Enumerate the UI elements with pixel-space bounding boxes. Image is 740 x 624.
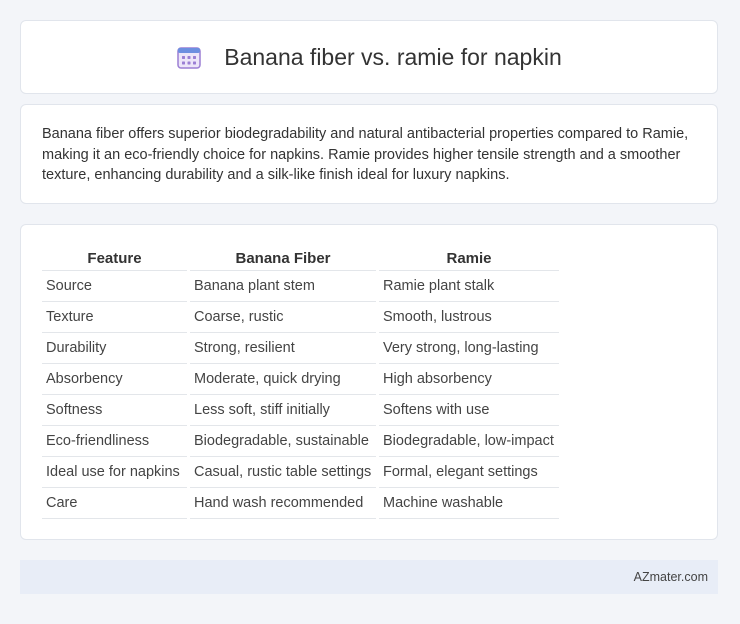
comparison-table: Feature Banana Fiber Ramie Source Banana…	[39, 243, 562, 519]
table-row: Care Hand wash recommended Machine washa…	[42, 488, 559, 519]
feature-cell: Source	[42, 271, 187, 302]
table-row: Durability Strong, resilient Very strong…	[42, 333, 559, 364]
table-row: Absorbency Moderate, quick drying High a…	[42, 364, 559, 395]
feature-cell: Softness	[42, 395, 187, 426]
ramie-cell: Ramie plant stalk	[379, 271, 559, 302]
banana-fiber-cell: Biodegradable, sustainable	[190, 426, 376, 457]
feature-cell: Eco-friendliness	[42, 426, 187, 457]
header-feature: Feature	[42, 243, 187, 271]
table-row: Eco-friendliness Biodegradable, sustaina…	[42, 426, 559, 457]
ramie-cell: Machine washable	[379, 488, 559, 519]
ramie-cell: Very strong, long-lasting	[379, 333, 559, 364]
title-card: Banana fiber vs. ramie for napkin	[20, 20, 718, 94]
intro-text: Banana fiber offers superior biodegradab…	[42, 126, 689, 183]
table-header-row: Feature Banana Fiber Ramie	[42, 243, 559, 271]
banana-fiber-cell: Less soft, stiff initially	[190, 395, 376, 426]
title-wrap: Banana fiber vs. ramie for napkin	[176, 44, 562, 71]
ramie-cell: Biodegradable, low-impact	[379, 426, 559, 457]
calendar-icon	[177, 47, 201, 69]
feature-cell: Care	[42, 488, 187, 519]
table-card: Feature Banana Fiber Ramie Source Banana…	[20, 224, 718, 540]
ramie-cell: Softens with use	[379, 395, 559, 426]
banana-fiber-cell: Hand wash recommended	[190, 488, 376, 519]
banana-fiber-cell: Casual, rustic table settings	[190, 457, 376, 488]
feature-cell: Durability	[42, 333, 187, 364]
header-ramie: Ramie	[379, 243, 559, 271]
ramie-cell: High absorbency	[379, 364, 559, 395]
table-row: Ideal use for napkins Casual, rustic tab…	[42, 457, 559, 488]
banana-fiber-cell: Strong, resilient	[190, 333, 376, 364]
table-row: Softness Less soft, stiff initially Soft…	[42, 395, 559, 426]
page-title: Banana fiber vs. ramie for napkin	[224, 43, 562, 70]
intro-card: Banana fiber offers superior biodegradab…	[20, 104, 718, 204]
feature-cell: Absorbency	[42, 364, 187, 395]
ramie-cell: Formal, elegant settings	[379, 457, 559, 488]
banana-fiber-cell: Banana plant stem	[190, 271, 376, 302]
table-row: Source Banana plant stem Ramie plant sta…	[42, 271, 559, 302]
banana-fiber-cell: Moderate, quick drying	[190, 364, 376, 395]
table-row: Texture Coarse, rustic Smooth, lustrous	[42, 302, 559, 333]
footer: AZmater.com	[20, 560, 718, 594]
ramie-cell: Smooth, lustrous	[379, 302, 559, 333]
header-banana-fiber: Banana Fiber	[190, 243, 376, 271]
feature-cell: Texture	[42, 302, 187, 333]
banana-fiber-cell: Coarse, rustic	[190, 302, 376, 333]
footer-brand[interactable]: AZmater.com	[634, 570, 708, 584]
feature-cell: Ideal use for napkins	[42, 457, 187, 488]
